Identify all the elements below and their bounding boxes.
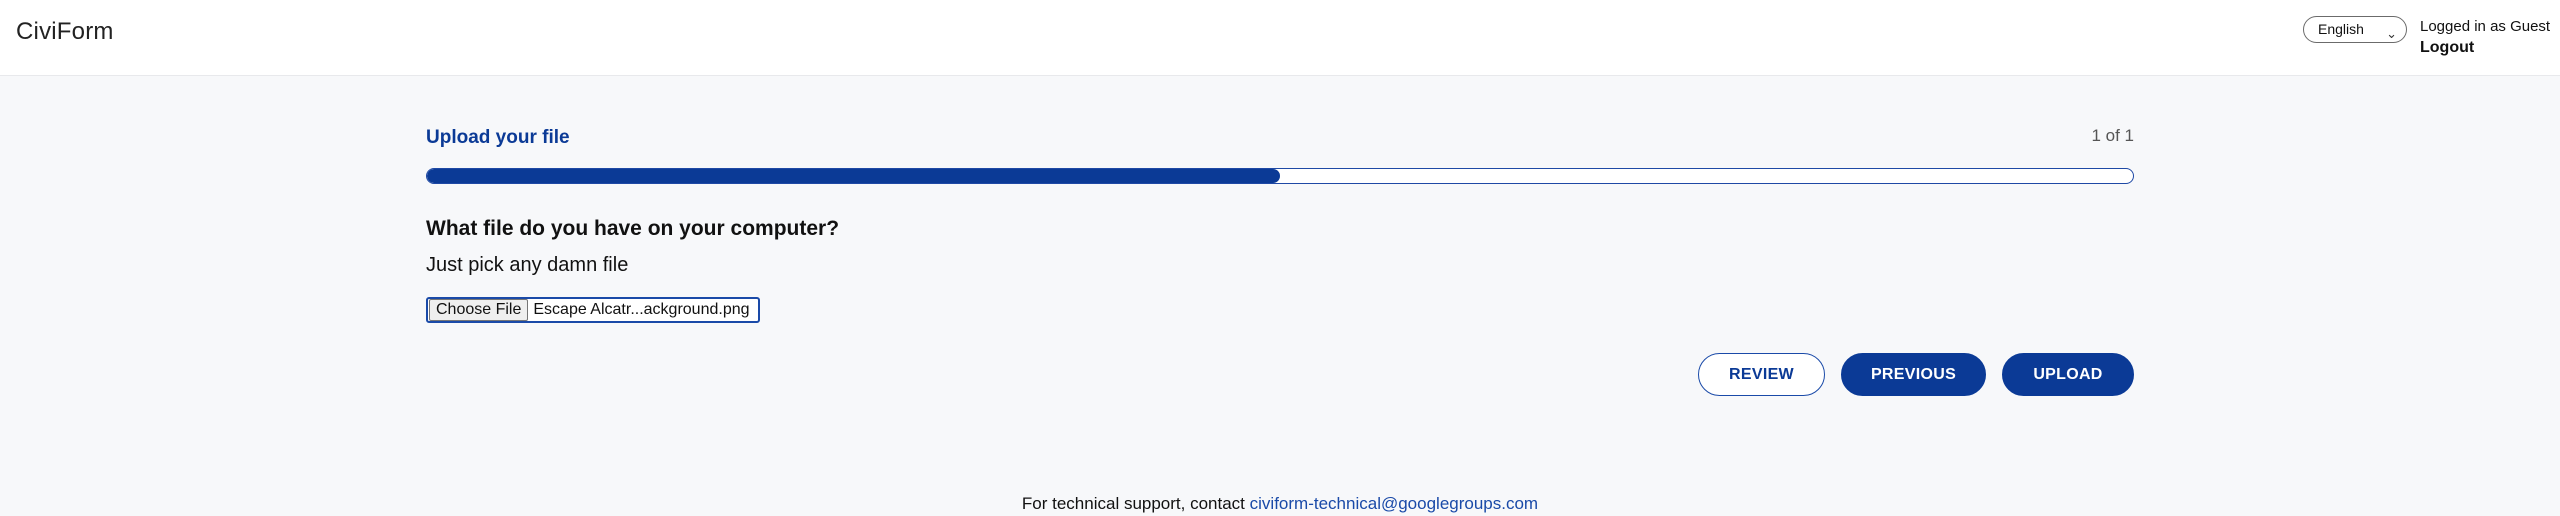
progress-bar-fill [427, 169, 1280, 183]
file-upload-input[interactable]: Choose File Escape Alcatr...ackground.pn… [426, 297, 760, 323]
user-status: Logged in as Guest [2420, 18, 2551, 35]
footer-text: For technical support, contact [1021, 494, 1245, 513]
brand-logo[interactable]: CiviForm [16, 18, 114, 46]
footer: For technical support, contact civiform-… [0, 494, 2560, 514]
question-text: What file do you have on your computer? [426, 217, 840, 240]
page-count: 1 of 1 [2091, 126, 2134, 145]
question-help-text: Just pick any damn file [426, 254, 629, 276]
selected-file-name: Escape Alcatr...ackground.png [533, 301, 750, 318]
header: CiviForm English ⌄ Logged in as Guest Lo… [0, 0, 2560, 76]
upload-button[interactable]: UPLOAD [2002, 353, 2134, 396]
choose-file-button[interactable]: Choose File [429, 299, 529, 321]
previous-button[interactable]: PREVIOUS [1841, 353, 1986, 396]
logout-link[interactable]: Logout [2420, 39, 2474, 57]
language-select[interactable]: English ⌄ [2303, 16, 2407, 43]
progress-bar [426, 168, 2134, 184]
language-select-value: English [2318, 21, 2364, 37]
support-email-link[interactable]: civiform-technical@googlegroups.com [1250, 494, 1538, 513]
review-button[interactable]: REVIEW [1698, 353, 1825, 396]
chevron-down-icon: ⌄ [2386, 26, 2397, 41]
block-title: Upload your file [426, 127, 570, 148]
